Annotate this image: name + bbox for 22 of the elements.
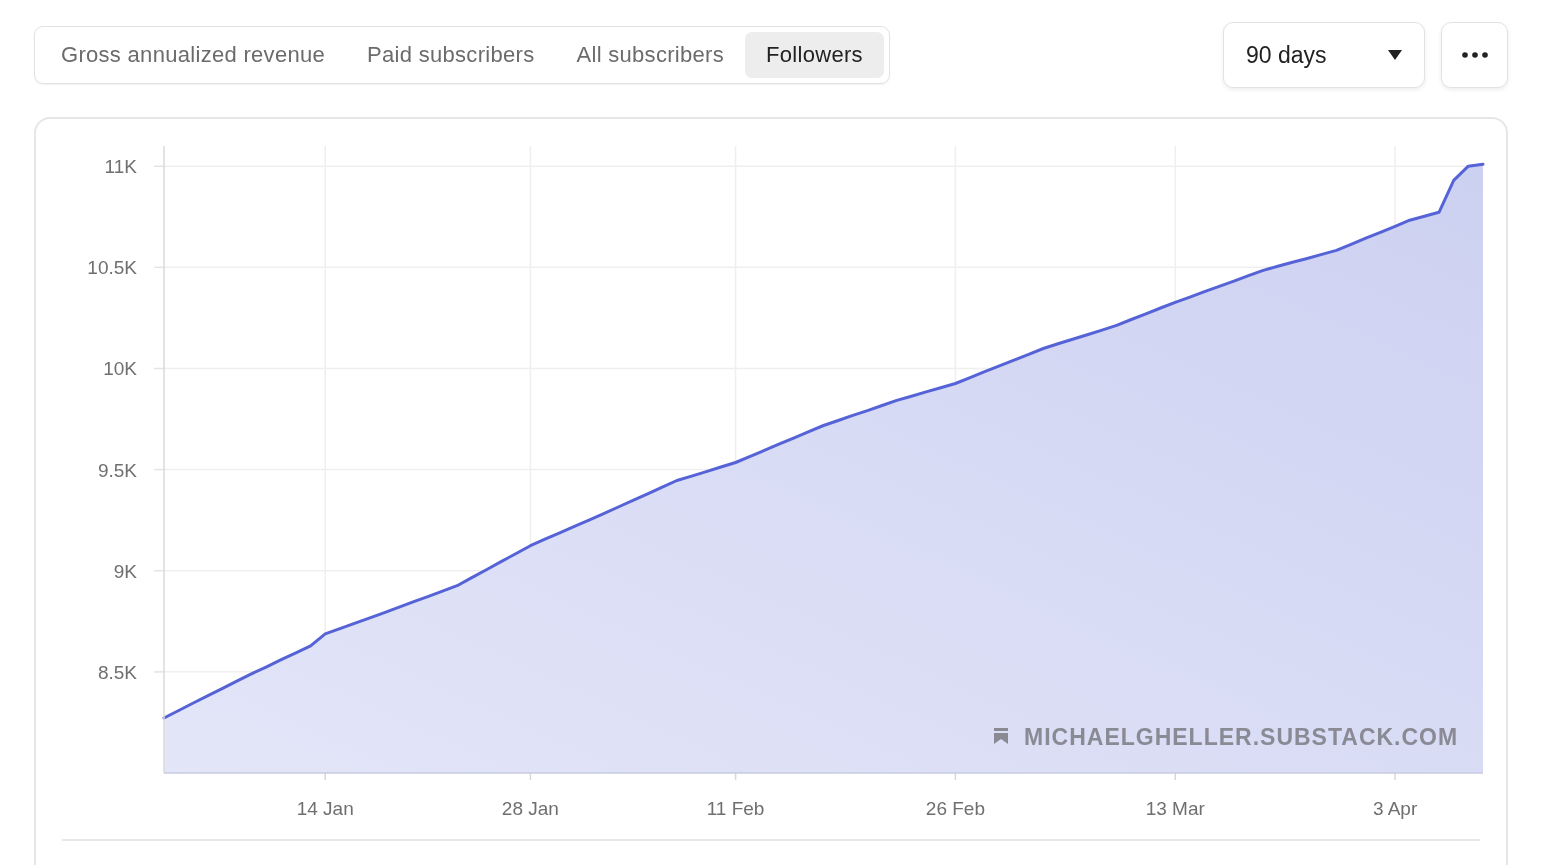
tab[interactable]: All subscribers (555, 32, 745, 78)
x-axis-label: 28 Jan (501, 798, 559, 819)
y-axis-label: 10K (103, 358, 137, 380)
x-axis-label: 3 Apr (1372, 798, 1418, 819)
more-button[interactable] (1441, 22, 1508, 88)
x-axis-label: 26 Feb (925, 798, 985, 819)
y-axis-label: 9K (113, 560, 137, 582)
x-axis-label: 13 Mar (1145, 798, 1205, 819)
y-axis-label: 8.5K (97, 661, 137, 683)
more-icon (1461, 52, 1488, 58)
y-axis-label: 10.5K (87, 257, 137, 279)
x-axis-label: 11 Feb (706, 798, 765, 819)
caret-icon (1388, 50, 1402, 60)
bookmark-icon (994, 728, 1008, 744)
y-axis-label: 9.5K (97, 459, 137, 481)
tab[interactable]: Paid subscribers (346, 32, 556, 78)
site-label: MICHAELGHELLER.SUBSTACK.COM (1024, 724, 1459, 750)
range-dropdown[interactable]: 90 days (1223, 22, 1425, 88)
tab[interactable]: Followers (745, 32, 884, 78)
tab[interactable]: Gross annualized revenue (40, 32, 347, 78)
x-axis-label: 14 Jan (296, 798, 354, 819)
y-axis-label: 11K (104, 156, 137, 178)
